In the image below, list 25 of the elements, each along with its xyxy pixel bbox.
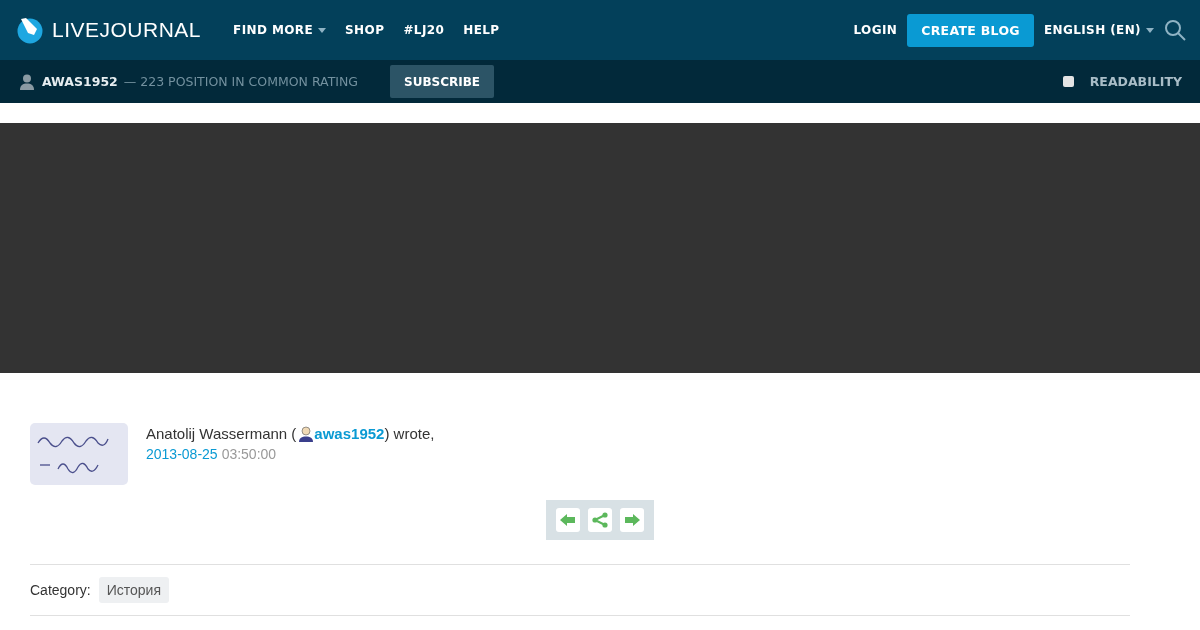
category-tag[interactable]: История (98, 577, 169, 603)
search-icon[interactable] (1164, 19, 1186, 41)
category-label: Category: (30, 582, 91, 598)
subscribe-button[interactable]: SUBSCRIBE (390, 65, 495, 98)
logo-text[interactable]: LIVEJOURNAL (52, 18, 202, 42)
author-text: Anatolij Wassermann ( (146, 425, 297, 442)
nav-link[interactable]: #LJ20 (403, 23, 445, 37)
username[interactable]: AWAS1952 (42, 74, 118, 89)
readability-checkbox[interactable] (1062, 76, 1074, 87)
user-icon (298, 425, 315, 442)
time-text: 03:50:00 (221, 446, 277, 462)
right-arrow-icon (624, 514, 640, 526)
nav-link[interactable]: FIND MORE (233, 23, 327, 37)
login-link[interactable]: LOGIN (853, 23, 898, 37)
language-selector[interactable]: ENGLISH (EN) (1043, 23, 1154, 37)
user-icon (20, 73, 34, 90)
logo-icon[interactable] (16, 16, 44, 44)
wrote-text: ) wrote, (384, 425, 435, 442)
readability-label[interactable]: READABILITY (1089, 74, 1182, 89)
share-icon (592, 512, 608, 528)
caret-icon (1146, 27, 1154, 33)
nav-link[interactable]: SHOP (345, 23, 385, 37)
left-arrow-icon (560, 514, 576, 526)
nav-link[interactable]: HELP (463, 23, 500, 37)
rating-text: — 223 POSITION IN COMMON RATING (123, 74, 359, 89)
